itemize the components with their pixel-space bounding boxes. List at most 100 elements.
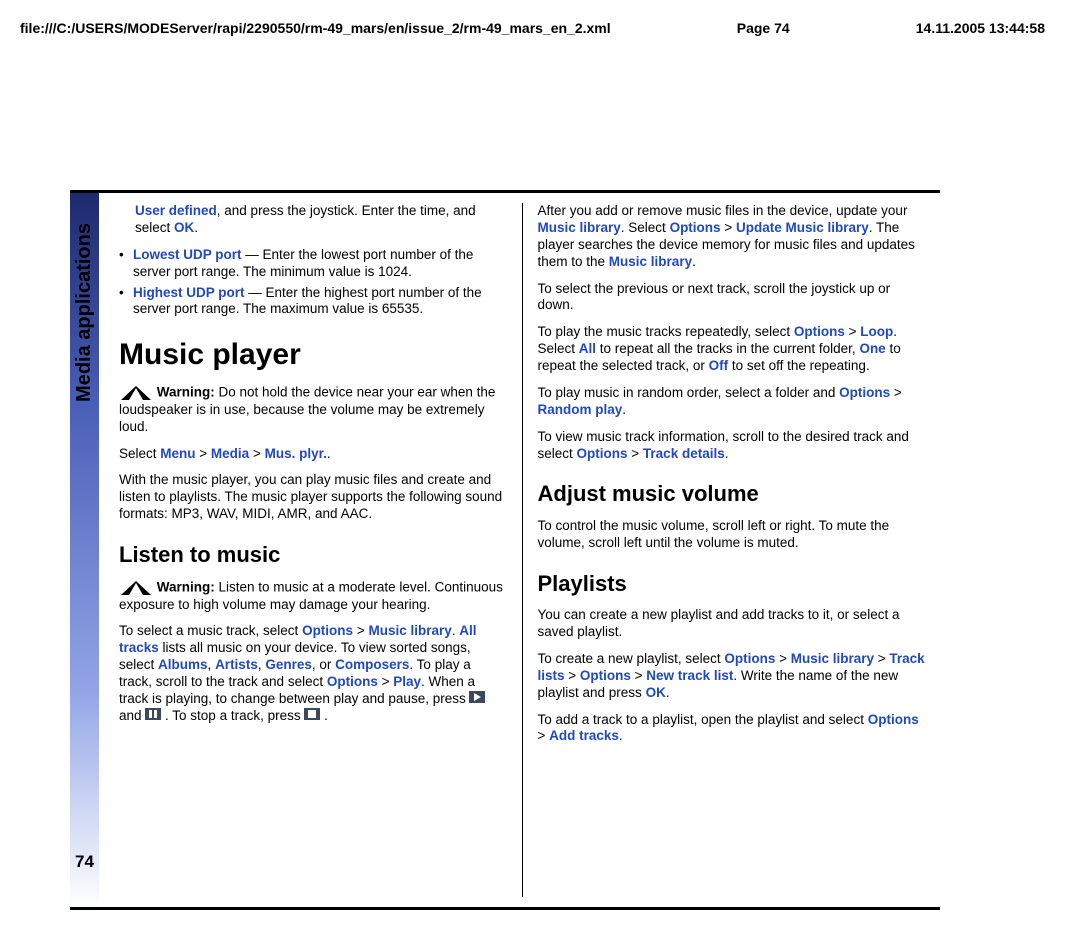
paragraph-select-menu: Select Menu > Media > Mus. plyr.. xyxy=(119,446,507,463)
bullet-text: Lowest UDP port — Enter the lowest port … xyxy=(133,247,507,281)
text: > xyxy=(775,651,790,666)
text: To play music in random order, select a … xyxy=(538,385,840,400)
text: . xyxy=(327,446,331,461)
heading-adjust-volume: Adjust music volume xyxy=(538,480,926,508)
warning-block-2: Warning: Listen to music at a moderate l… xyxy=(119,579,507,614)
text: > xyxy=(721,220,736,235)
column-divider xyxy=(522,203,523,897)
heading-music-player: Music player xyxy=(119,336,507,374)
text: > xyxy=(196,446,211,461)
paragraph-new-playlist: To create a new playlist, select Options… xyxy=(538,651,926,702)
link-music-library: Music library xyxy=(368,623,451,638)
text: . xyxy=(194,220,198,235)
warning-icon xyxy=(119,384,153,402)
link-composers: Composers xyxy=(335,657,409,672)
paragraph-volume: To control the music volume, scroll left… xyxy=(538,518,926,552)
text: to set off the repeating. xyxy=(728,358,870,373)
sidebar: Media applications 74 xyxy=(70,193,99,907)
content-columns: User defined, and press the joystick. En… xyxy=(99,193,940,907)
link-one: One xyxy=(859,341,885,356)
paragraph-update-library: After you add or remove music files in t… xyxy=(538,203,926,271)
text: After you add or remove music files in t… xyxy=(538,203,908,218)
text: . xyxy=(320,708,328,723)
paragraph-intro-continued: User defined, and press the joystick. En… xyxy=(119,203,507,237)
link-options: Options xyxy=(794,324,845,339)
paragraph-select-track: To select a music track, select Options … xyxy=(119,623,507,724)
link-artists: Artists xyxy=(215,657,258,672)
paragraph-track-details: To view music track information, scroll … xyxy=(538,429,926,463)
paragraph-prev-next: To select the previous or next track, sc… xyxy=(538,281,926,315)
link-menu: Menu xyxy=(160,446,195,461)
link-options: Options xyxy=(302,623,353,638)
link-lowest-udp-port: Lowest UDP port xyxy=(133,247,242,262)
paragraph-playlists-intro: You can create a new playlist and add tr… xyxy=(538,607,926,641)
paragraph-music-player-desc: With the music player, you can play musi… xyxy=(119,472,507,523)
link-all: All xyxy=(579,341,596,356)
link-mus-plyr: Mus. plyr. xyxy=(265,446,327,461)
text: To select a music track, select xyxy=(119,623,302,638)
text: To add a track to a playlist, open the p… xyxy=(538,712,868,727)
link-options-2: Options xyxy=(327,674,378,689)
link-media: Media xyxy=(211,446,249,461)
link-new-track-list: New track list xyxy=(646,668,733,683)
text: and xyxy=(119,708,145,723)
text: > xyxy=(378,674,393,689)
link-off: Off xyxy=(709,358,729,373)
link-highest-udp-port: Highest UDP port xyxy=(133,285,245,300)
stop-button-icon xyxy=(304,708,320,725)
link-options: Options xyxy=(724,651,775,666)
text: > xyxy=(874,651,889,666)
page-number: 74 xyxy=(75,852,94,872)
text: . Select xyxy=(621,220,670,235)
text: Select xyxy=(119,446,160,461)
link-add-tracks: Add tracks xyxy=(549,728,619,743)
link-music-library: Music library xyxy=(791,651,874,666)
link-music-library: Music library xyxy=(538,220,621,235)
text: > xyxy=(249,446,264,461)
text: > xyxy=(845,324,860,339)
section-title-vertical: Media applications xyxy=(73,223,96,402)
text: , xyxy=(208,657,216,672)
play-button-icon xyxy=(469,691,485,708)
text: . To stop a track, press xyxy=(161,708,304,723)
text: > xyxy=(890,385,902,400)
text: . xyxy=(622,402,626,417)
bullet-lowest-udp: • Lowest UDP port — Enter the lowest por… xyxy=(119,247,507,281)
header-page: Page 74 xyxy=(737,20,790,36)
text: > xyxy=(628,446,643,461)
link-update-music-library: Update Music library xyxy=(736,220,869,235)
link-options: Options xyxy=(839,385,890,400)
bullet-dot-icon: • xyxy=(119,285,133,319)
warning-block-1: Warning: Do not hold the device near you… xyxy=(119,384,507,436)
paragraph-loop: To play the music tracks repeatedly, sel… xyxy=(538,324,926,375)
document-header: file:///C:/USERS/MODEServer/rapi/2290550… xyxy=(20,20,1045,36)
link-options: Options xyxy=(577,446,628,461)
paragraph-random: To play music in random order, select a … xyxy=(538,385,926,419)
paragraph-add-tracks: To add a track to a playlist, open the p… xyxy=(538,712,926,746)
text: > xyxy=(353,623,368,638)
page-frame: Media applications 74 User defined, and … xyxy=(70,190,940,910)
text: , or xyxy=(312,657,335,672)
warning-label: Warning: xyxy=(157,579,215,594)
link-options: Options xyxy=(670,220,721,235)
pause-button-icon xyxy=(145,708,161,725)
right-column: After you add or remove music files in t… xyxy=(538,203,941,897)
text: to repeat all the tracks in the current … xyxy=(596,341,859,356)
text: To create a new playlist, select xyxy=(538,651,725,666)
text: . xyxy=(666,685,670,700)
header-datetime: 14.11.2005 13:44:58 xyxy=(916,20,1045,36)
text: > xyxy=(631,668,646,683)
header-file-path: file:///C:/USERS/MODEServer/rapi/2290550… xyxy=(20,20,611,36)
heading-playlists: Playlists xyxy=(538,570,926,598)
bullet-dot-icon: • xyxy=(119,247,133,281)
link-ok: OK xyxy=(646,685,666,700)
text: > xyxy=(538,728,550,743)
text: . xyxy=(725,446,729,461)
link-albums: Albums xyxy=(158,657,208,672)
link-options-2: Options xyxy=(580,668,631,683)
warning-icon xyxy=(119,579,153,597)
bullet-text: Highest UDP port — Enter the highest por… xyxy=(133,285,507,319)
link-loop: Loop xyxy=(860,324,893,339)
link-options: Options xyxy=(868,712,919,727)
bullet-highest-udp: • Highest UDP port — Enter the highest p… xyxy=(119,285,507,319)
